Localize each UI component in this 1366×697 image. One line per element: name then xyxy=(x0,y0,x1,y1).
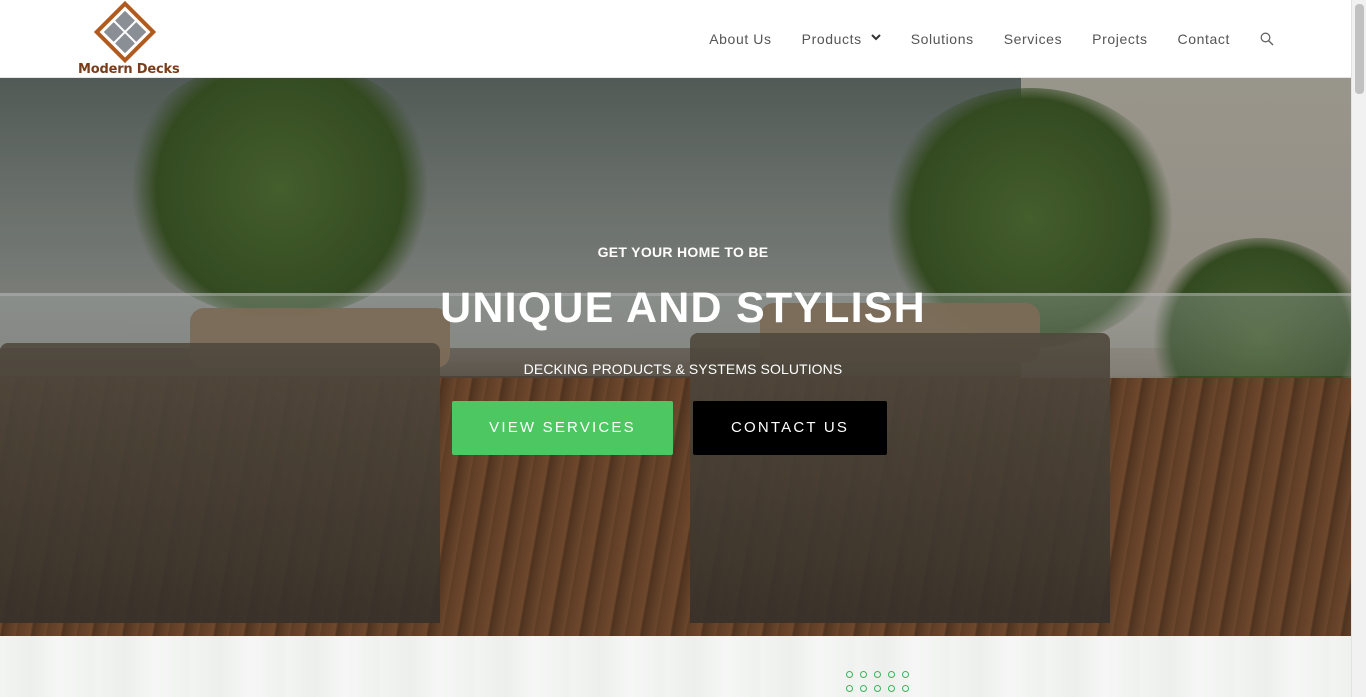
logo[interactable]: Modern Decks xyxy=(78,0,180,77)
contact-us-button[interactable]: CONTACT US xyxy=(693,401,887,455)
nav-item-label: Services xyxy=(1003,30,1063,47)
page-scrollbar[interactable] xyxy=(1351,0,1366,697)
site-header: Modern Decks About Us Products Solutions… xyxy=(0,0,1351,78)
section-background-texture xyxy=(0,636,1351,697)
hero-content: GET YOUR HOME TO BE UNIQUE AND STYLISH D… xyxy=(0,78,1351,636)
nav-item-contact[interactable]: Contact xyxy=(1178,31,1230,47)
nav-item-label: Solutions xyxy=(910,30,974,47)
hero-section: GET YOUR HOME TO BE UNIQUE AND STYLISH D… xyxy=(0,78,1351,636)
logo-text: Modern Decks xyxy=(78,62,180,77)
nav-item-label: Contact xyxy=(1177,30,1230,47)
hero-subheadline: DECKING PRODUCTS & SYSTEMS SOLUTIONS xyxy=(523,361,843,377)
nav-item-label: About Us xyxy=(709,30,772,47)
hero-kicker: GET YOUR HOME TO BE xyxy=(597,244,769,260)
dot-pattern-icon xyxy=(846,671,916,692)
nav-item-solutions[interactable]: Solutions xyxy=(911,31,974,47)
nav-item-products[interactable]: Products xyxy=(802,31,881,47)
view-services-button[interactable]: VIEW SERVICES xyxy=(452,401,673,455)
nav-item-projects[interactable]: Projects xyxy=(1092,31,1147,47)
search-icon[interactable] xyxy=(1259,31,1275,47)
nav-item-label: Projects xyxy=(1092,30,1148,47)
scrollbar-thumb[interactable] xyxy=(1355,4,1364,94)
hero-headline: UNIQUE AND STYLISH xyxy=(440,284,926,332)
main-nav: About Us Products Solutions Services Pro… xyxy=(694,0,1351,77)
logo-mark-icon xyxy=(93,0,157,64)
nav-item-about-us[interactable]: About Us xyxy=(709,31,771,47)
nav-item-label: Products xyxy=(801,30,862,47)
next-section xyxy=(0,636,1351,697)
page: Modern Decks About Us Products Solutions… xyxy=(0,0,1351,697)
chevron-down-icon xyxy=(870,33,881,44)
nav-item-services[interactable]: Services xyxy=(1004,31,1062,47)
